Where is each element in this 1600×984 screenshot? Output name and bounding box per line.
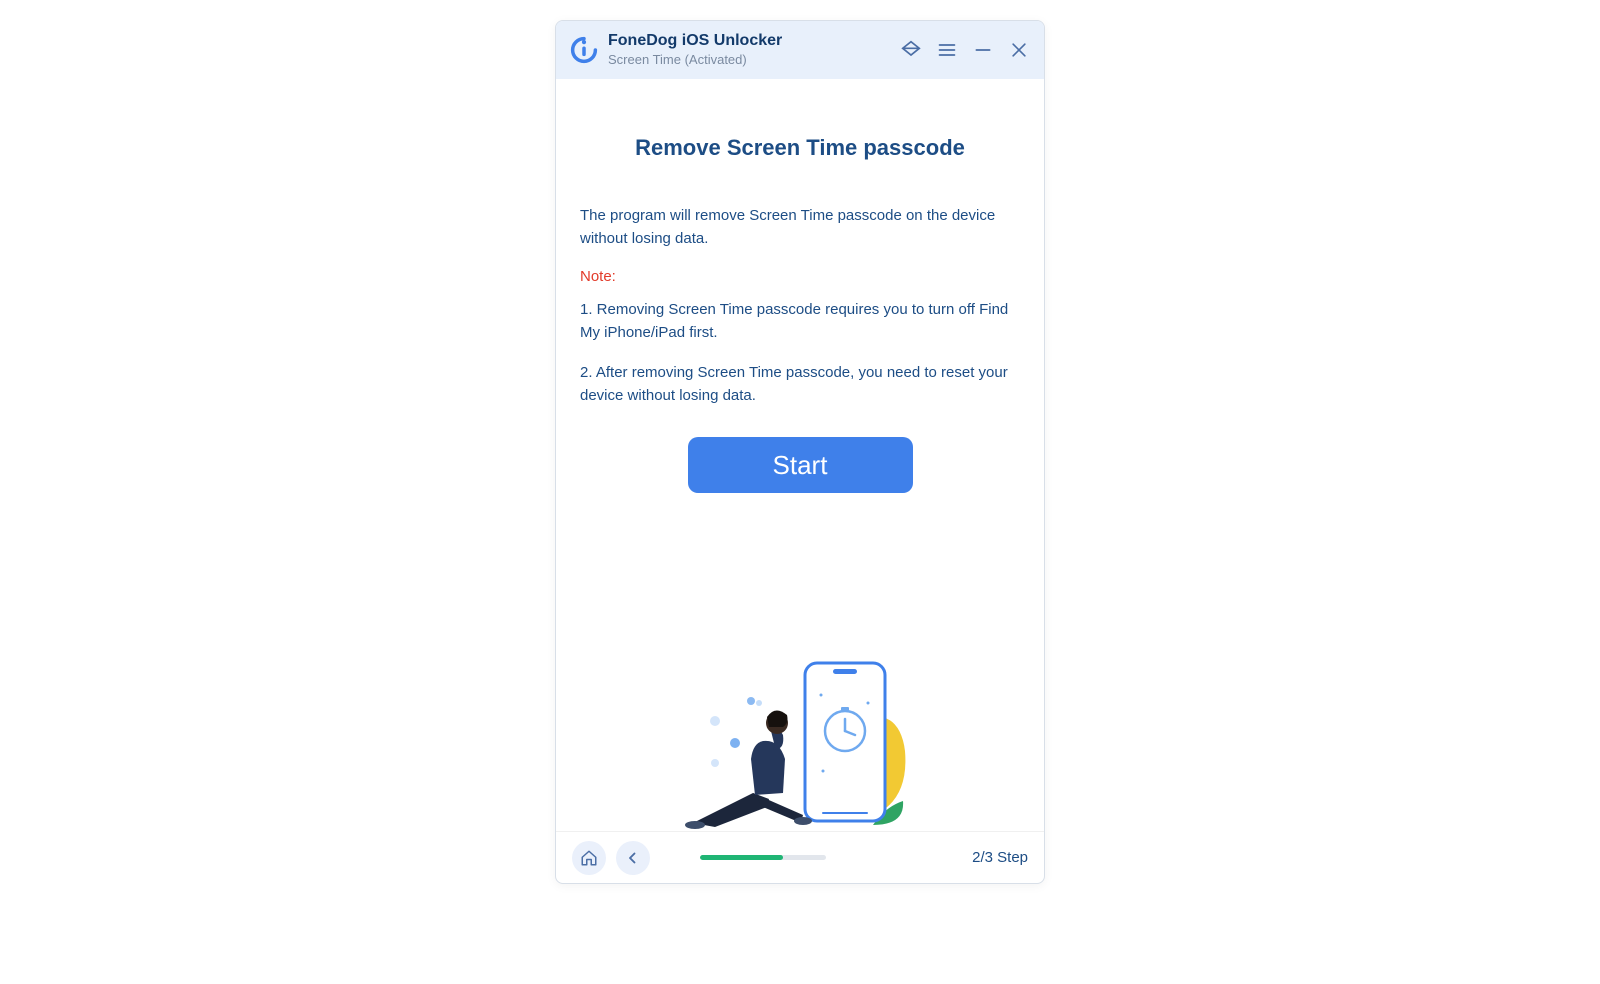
app-logo-icon: [570, 36, 598, 64]
note-item-2: 2. After removing Screen Time passcode, …: [580, 362, 1020, 407]
menu-icon[interactable]: [936, 39, 958, 61]
start-button[interactable]: Start: [688, 437, 913, 493]
progress-fill: [700, 855, 783, 860]
note-item-1: 1. Removing Screen Time passcode require…: [580, 299, 1020, 344]
close-icon[interactable]: [1008, 39, 1030, 61]
step-label: 2/3 Step: [972, 849, 1028, 866]
minimize-icon[interactable]: [972, 39, 994, 61]
premium-icon[interactable]: [900, 39, 922, 61]
back-button[interactable]: [616, 841, 650, 875]
app-title: FoneDog iOS Unlocker: [608, 32, 782, 50]
app-window: FoneDog iOS Unlocker Screen Time (Activa…: [555, 20, 1045, 884]
progress-bar: [700, 855, 826, 860]
content-area: Remove Screen Time passcode The program …: [556, 79, 1044, 831]
description-text: The program will remove Screen Time pass…: [580, 205, 1020, 250]
illustration: [556, 631, 1044, 831]
home-button[interactable]: [572, 841, 606, 875]
note-label: Note:: [580, 268, 1020, 285]
title-actions: [900, 39, 1030, 61]
title-bar: FoneDog iOS Unlocker Screen Time (Activa…: [556, 21, 1044, 79]
title-texts: FoneDog iOS Unlocker Screen Time (Activa…: [608, 32, 782, 67]
footer-bar: 2/3 Step: [556, 831, 1044, 883]
app-subtitle: Screen Time (Activated): [608, 53, 782, 68]
page-heading: Remove Screen Time passcode: [580, 135, 1020, 161]
